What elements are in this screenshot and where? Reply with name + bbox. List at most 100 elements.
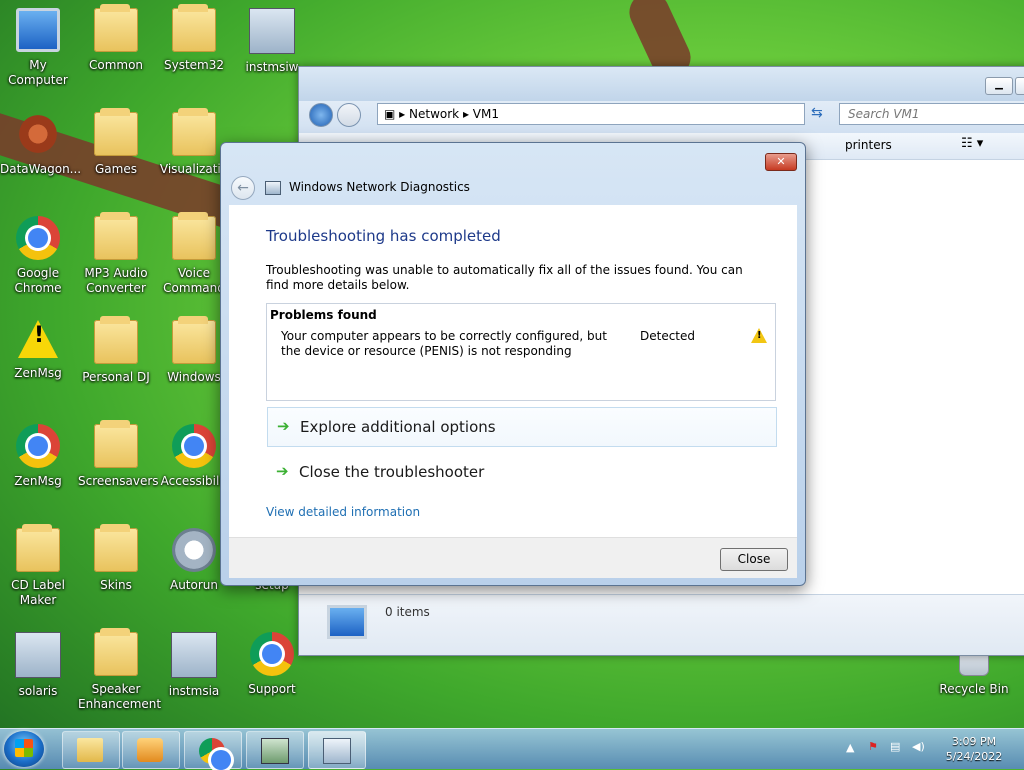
folder-icon bbox=[16, 524, 60, 572]
taskbar-media-player-button[interactable] bbox=[122, 731, 180, 769]
taskbar: ▲ ⚑ ▤ ◀) 3:09 PM 5/24/2022 bbox=[0, 728, 1024, 770]
desktop-icon-screensavers[interactable]: Screensavers bbox=[78, 420, 159, 489]
desktop-icon-label: ZenMsg bbox=[14, 474, 62, 488]
folder-icon bbox=[94, 4, 138, 52]
windows-logo-icon bbox=[15, 739, 33, 757]
taskbar-network-button[interactable] bbox=[246, 731, 304, 769]
desktop-icon-system32[interactable]: System32 bbox=[156, 4, 232, 73]
folder-icon bbox=[172, 4, 216, 52]
breadcrumb-separator-icon: ▸ bbox=[399, 107, 410, 121]
desktop-icon-label: Games bbox=[95, 162, 137, 176]
network-icon: ▣ bbox=[384, 107, 396, 121]
warning-icon: ! bbox=[751, 328, 767, 343]
dialog-header: ← Windows Network Diagnostics bbox=[231, 173, 791, 205]
item-count: 0 items bbox=[385, 605, 430, 619]
breadcrumb-network[interactable]: Network bbox=[409, 107, 459, 121]
folder-icon bbox=[94, 212, 138, 260]
explorer-address-row: ▣ ▸ Network ▸ VM1 ⇆ Search VM1 bbox=[299, 101, 1024, 133]
network-diagnostics-icon bbox=[323, 738, 351, 764]
view-detailed-information-link[interactable]: View detailed information bbox=[266, 505, 420, 519]
problems-found-header: Problems found bbox=[270, 308, 377, 322]
desktop-icon-my-computer[interactable]: My Computer bbox=[0, 8, 76, 88]
action-center-icon[interactable]: ⚑ bbox=[868, 740, 878, 753]
taskbar-explorer-button[interactable] bbox=[62, 731, 120, 769]
network-diagnostics-icon bbox=[265, 181, 281, 195]
breadcrumb-vm1[interactable]: VM1 bbox=[473, 107, 499, 121]
close-troubleshooter-button[interactable]: ➔ Close the troubleshooter bbox=[267, 453, 775, 491]
clock[interactable]: 3:09 PM 5/24/2022 bbox=[934, 734, 1014, 764]
network-status-icon[interactable]: ▤ bbox=[890, 740, 900, 753]
folder-icon bbox=[94, 524, 138, 572]
volume-icon[interactable]: ◀) bbox=[912, 740, 925, 753]
desktop-icon-instmsia[interactable]: instmsia bbox=[156, 632, 232, 699]
installer-icon bbox=[249, 8, 295, 54]
desktop-icon-mp3-audio-converter[interactable]: MP3 Audio Converter bbox=[78, 212, 154, 296]
desktop-icon-label: Screensavers bbox=[78, 474, 159, 488]
desktop-icon-common[interactable]: Common bbox=[78, 4, 154, 73]
dialog-close-icon[interactable]: ✕ bbox=[765, 153, 797, 171]
green-arrow-icon: ➔ bbox=[277, 417, 290, 435]
desktop-icon-datawagon[interactable]: DataWagon... bbox=[0, 112, 82, 177]
desktop-icon-label: Speaker Enhancement bbox=[78, 682, 162, 711]
datawagon-icon bbox=[16, 112, 60, 156]
desktop-icon-cd-label-maker[interactable]: CD Label Maker bbox=[0, 524, 76, 608]
folder-icon bbox=[172, 108, 216, 156]
desktop-icon-solaris[interactable]: solaris bbox=[0, 632, 76, 699]
desktop-icon-speaker-enhancement[interactable]: Speaker Enhancement bbox=[78, 628, 162, 712]
option-label: Close the troubleshooter bbox=[299, 463, 485, 481]
close-button[interactable]: Close bbox=[720, 548, 788, 571]
clock-time: 3:09 PM bbox=[951, 735, 997, 748]
address-bar[interactable]: ▣ ▸ Network ▸ VM1 bbox=[377, 103, 805, 125]
desktop-icon-instmsiw[interactable]: instmsiw bbox=[234, 8, 310, 75]
show-hidden-icons-icon[interactable]: ▲ bbox=[846, 741, 854, 754]
desktop-icon-games[interactable]: Games bbox=[78, 108, 154, 177]
network-diagnostics-dialog[interactable]: ✕ ← Windows Network Diagnostics Troubles… bbox=[220, 142, 806, 586]
chrome-icon bbox=[250, 632, 294, 676]
desktop-icon-label: Common bbox=[88, 58, 144, 72]
command-printers[interactable]: printers bbox=[845, 138, 892, 152]
minimize-button[interactable]: ▁ bbox=[985, 77, 1013, 95]
desktop-icon-label: Personal DJ bbox=[82, 370, 150, 384]
chrome-icon bbox=[16, 424, 60, 468]
desktop-icon-label: DataWagon... bbox=[0, 162, 82, 176]
problem-status: Detected bbox=[640, 329, 696, 343]
back-arrow-icon[interactable] bbox=[309, 103, 333, 127]
folder-icon bbox=[94, 420, 138, 468]
view-options-icon[interactable]: ☷ ▾ bbox=[961, 136, 983, 151]
problems-found-panel: Problems found Your computer appears to … bbox=[266, 303, 776, 401]
start-button[interactable] bbox=[4, 731, 44, 767]
folder-icon bbox=[94, 316, 138, 364]
desktop-icon-label: Google Chrome bbox=[14, 266, 62, 295]
desktop-icon-zenmsg-chrome[interactable]: ZenMsg bbox=[0, 424, 76, 489]
refresh-icon[interactable]: ⇆ bbox=[811, 105, 823, 121]
search-input[interactable]: Search VM1 bbox=[839, 103, 1024, 125]
desktop-icon-zenmsg-warning[interactable]: ! ZenMsg bbox=[0, 320, 76, 381]
back-arrow-icon[interactable]: ← bbox=[231, 176, 255, 200]
desktop-icon-label: Recycle Bin bbox=[939, 682, 1009, 696]
desktop-icon-google-chrome[interactable]: Google Chrome bbox=[0, 216, 76, 296]
clock-date: 5/24/2022 bbox=[945, 750, 1003, 763]
chrome-icon bbox=[16, 216, 60, 260]
system-tray: ▲ ⚑ ▤ ◀) 3:09 PM 5/24/2022 bbox=[842, 729, 1024, 769]
maximize-button[interactable]: □ bbox=[1015, 77, 1024, 95]
desktop-icon-label: ZenMsg bbox=[14, 366, 62, 380]
desktop-icon-skins[interactable]: Skins bbox=[78, 524, 154, 593]
explore-additional-options-button[interactable]: ➔ Explore additional options bbox=[267, 407, 777, 447]
desktop-icon-label: instmsia bbox=[168, 684, 220, 698]
desktop-icon-label: Skins bbox=[100, 578, 132, 592]
explorer-titlebar[interactable]: ▁ □ bbox=[299, 67, 1024, 101]
folder-icon bbox=[172, 212, 216, 260]
taskbar-chrome-button[interactable] bbox=[184, 731, 242, 770]
folder-icon bbox=[94, 108, 138, 156]
taskbar-diagnostics-button[interactable] bbox=[308, 731, 366, 769]
option-label: Explore additional options bbox=[300, 418, 496, 436]
desktop-icon-personal-dj[interactable]: Personal DJ bbox=[78, 316, 154, 385]
result-description: Troubleshooting was unable to automatica… bbox=[266, 263, 743, 292]
desktop-icon-label: CD Label Maker bbox=[11, 578, 65, 607]
network-icon bbox=[261, 738, 289, 764]
forward-arrow-icon[interactable] bbox=[337, 103, 361, 127]
folder-icon bbox=[94, 628, 138, 676]
breadcrumb-separator-icon: ▸ bbox=[462, 107, 473, 121]
desktop-icon-label: MP3 Audio Converter bbox=[84, 266, 148, 295]
desktop-icon-label: My Computer bbox=[8, 58, 68, 87]
